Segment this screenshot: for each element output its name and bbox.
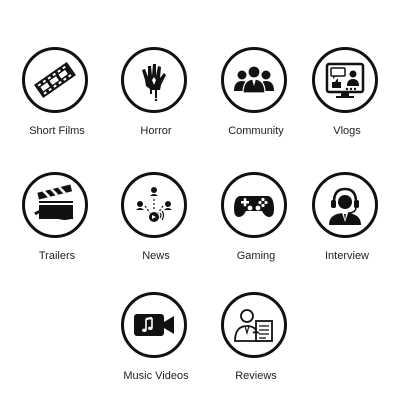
bloody-hand-icon bbox=[142, 64, 166, 102]
category-label: Music Videos bbox=[123, 370, 189, 382]
category-label: Short Films bbox=[29, 125, 85, 137]
category-label: News bbox=[142, 250, 170, 262]
vlog-screen-icon bbox=[325, 62, 365, 98]
icon-circle bbox=[121, 47, 187, 113]
category-news[interactable]: News bbox=[106, 172, 206, 282]
category-vlogs[interactable]: Vlogs bbox=[297, 47, 397, 157]
icon-circle bbox=[121, 292, 187, 358]
category-reviews[interactable]: Reviews bbox=[206, 292, 306, 402]
category-label: Trailers bbox=[38, 250, 76, 262]
icon-circle bbox=[22, 47, 88, 113]
music-video-camera-icon bbox=[134, 314, 174, 336]
category-label: Vlogs bbox=[333, 125, 361, 137]
category-label: Horror bbox=[140, 125, 172, 137]
category-label: Interview bbox=[324, 250, 370, 262]
icon-circle bbox=[221, 292, 287, 358]
icon-circle bbox=[121, 172, 187, 238]
icon-circle bbox=[221, 172, 287, 238]
clapperboard-icon bbox=[34, 184, 74, 220]
headset-person-icon bbox=[329, 187, 361, 225]
category-short-films[interactable]: Short Films bbox=[7, 47, 107, 157]
category-community[interactable]: Community bbox=[206, 47, 306, 157]
category-trailers[interactable]: Trailers bbox=[7, 172, 107, 282]
news-broadcast-icon bbox=[136, 187, 172, 222]
person-document-icon bbox=[234, 309, 273, 342]
category-interview[interactable]: Interview bbox=[297, 172, 397, 282]
people-group-icon bbox=[234, 65, 274, 94]
icon-circle bbox=[22, 172, 88, 238]
gamepad-icon bbox=[234, 196, 274, 217]
category-music-videos[interactable]: Music Videos bbox=[106, 292, 206, 402]
icon-circle bbox=[221, 47, 287, 113]
icon-circle bbox=[312, 47, 378, 113]
category-label: Reviews bbox=[235, 370, 277, 382]
category-gaming[interactable]: Gaming bbox=[206, 172, 306, 282]
film-strip-icon bbox=[34, 61, 76, 99]
icon-circle bbox=[312, 172, 378, 238]
category-horror[interactable]: Horror bbox=[106, 47, 206, 157]
